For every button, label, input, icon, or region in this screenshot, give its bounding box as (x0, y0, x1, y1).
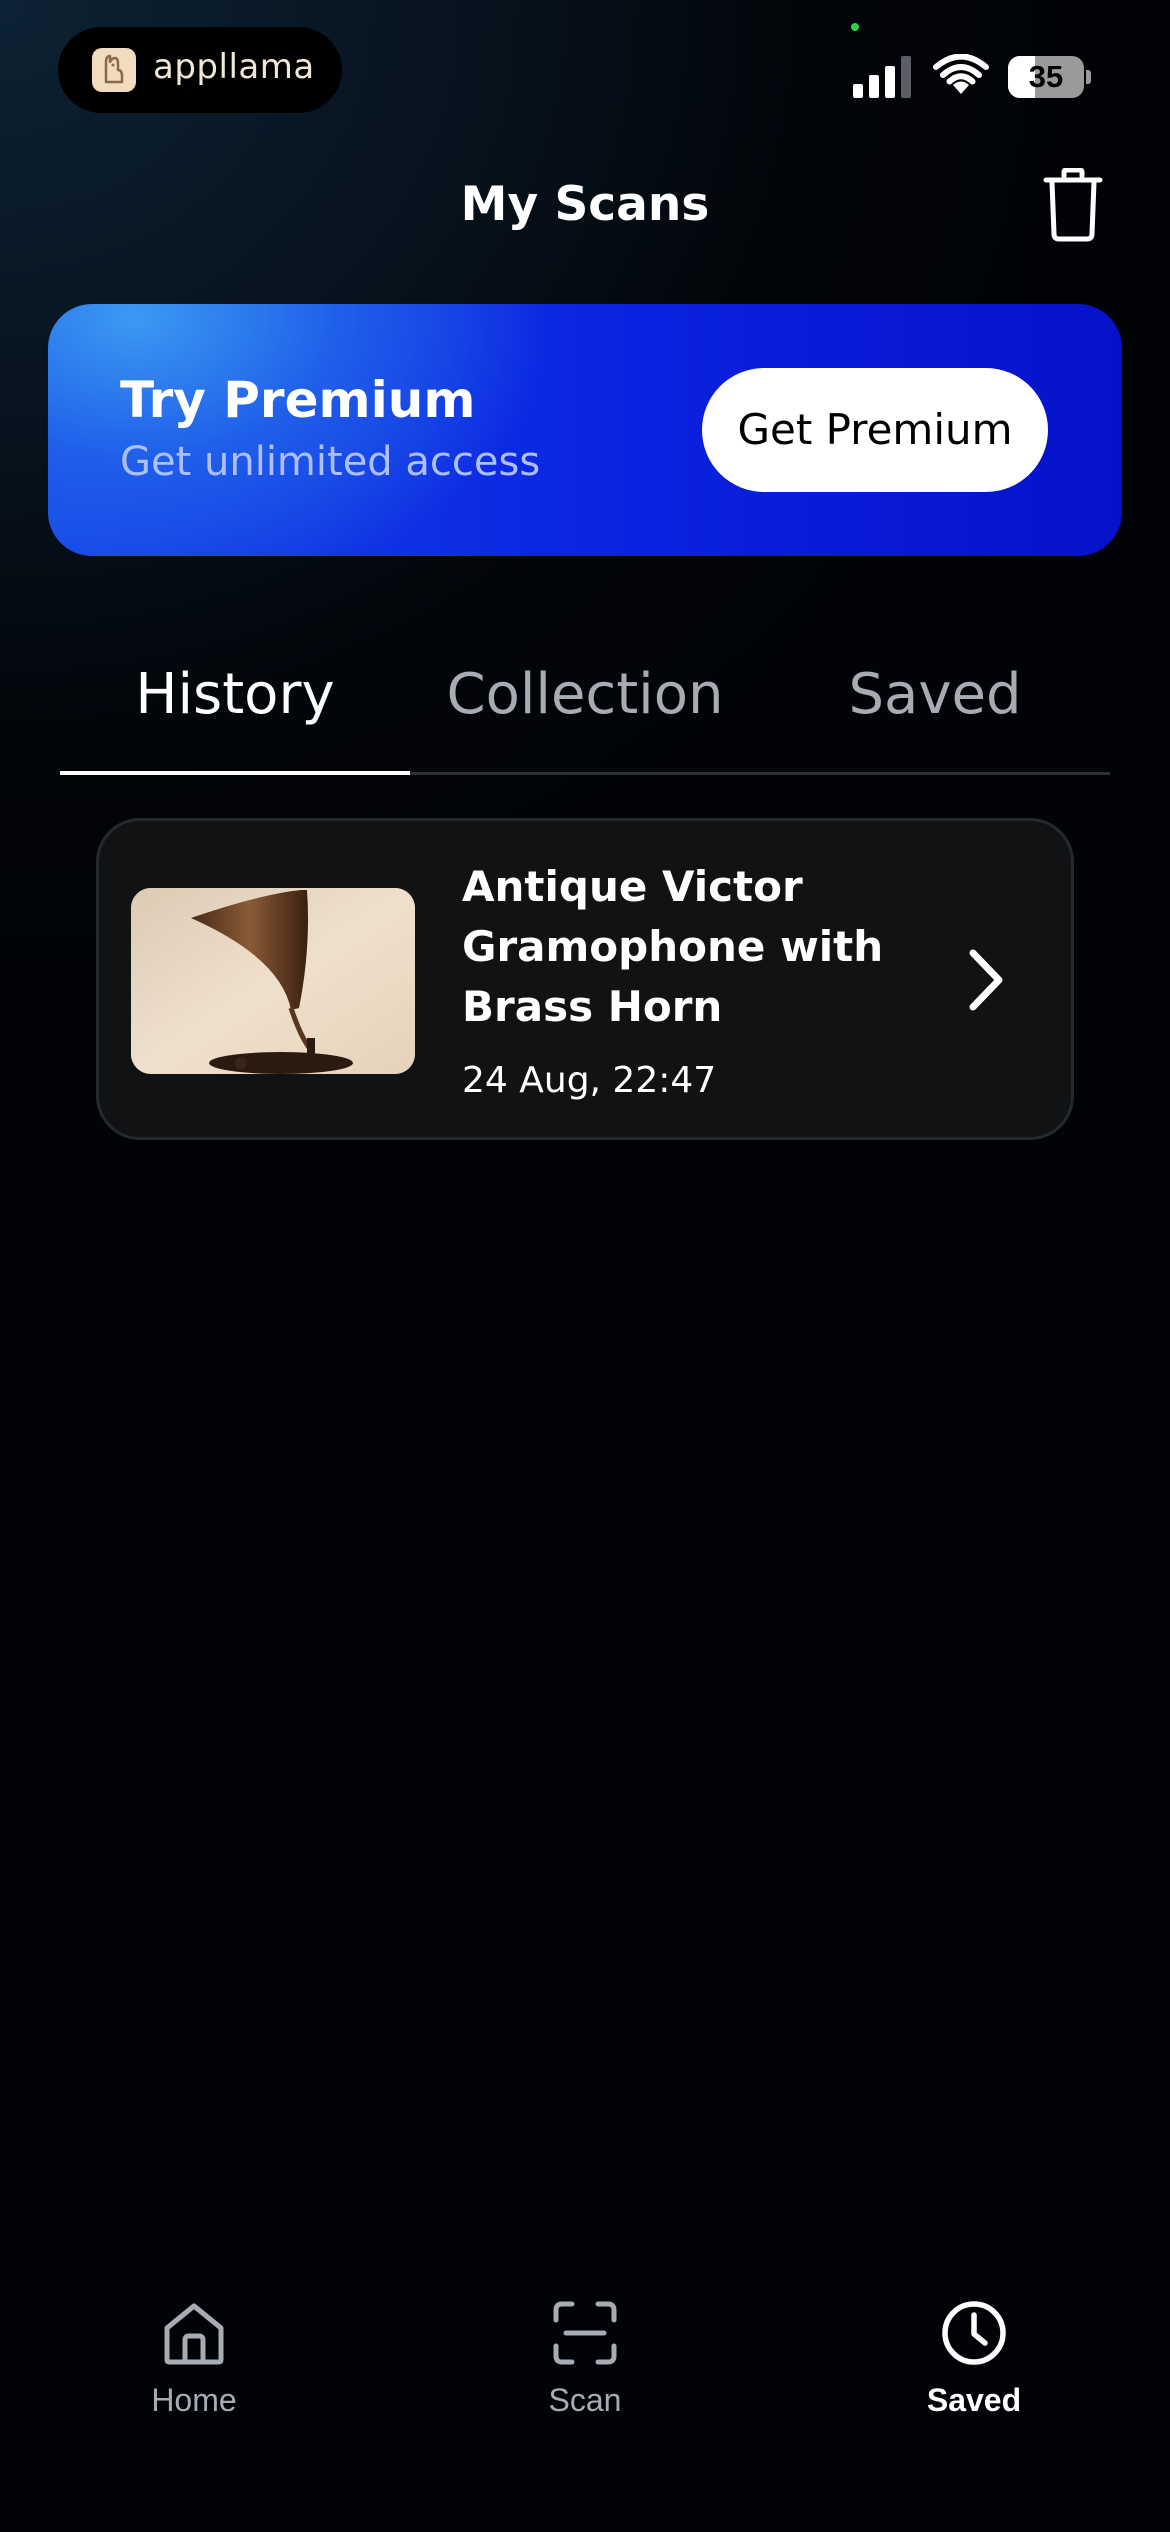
app-pill[interactable]: appllama (58, 27, 342, 113)
delete-button[interactable] (1040, 167, 1106, 242)
battery-percentage: 35 (1028, 59, 1064, 94)
wifi-icon (933, 54, 989, 94)
bottom-navigation: Home Scan Saved (0, 2280, 1170, 2532)
cellular-signal-icon (853, 56, 911, 98)
tab-active-indicator (60, 771, 410, 775)
get-premium-button[interactable]: Get Premium (702, 368, 1048, 492)
premium-subtitle: Get unlimited access (120, 439, 541, 485)
nav-saved[interactable]: Saved (864, 2280, 1084, 2440)
page-title: My Scans (460, 177, 710, 232)
tab-saved[interactable]: Saved (760, 640, 1110, 750)
premium-banner[interactable]: Try Premium Get unlimited access Get Pre… (48, 304, 1122, 556)
chevron-right-icon (969, 949, 1003, 1011)
nav-home[interactable]: Home (84, 2280, 304, 2440)
tab-history[interactable]: History (60, 640, 410, 750)
nav-scan[interactable]: Scan (475, 2280, 695, 2440)
premium-title: Try Premium (120, 371, 476, 429)
privacy-indicator (851, 23, 859, 31)
gramophone-thumbnail (131, 888, 415, 1074)
scan-tabs: History Collection Saved (60, 640, 1110, 776)
history-item-title: Antique Victor Gramophone with Brass Hor… (462, 862, 884, 1031)
llama-logo-icon (92, 48, 136, 92)
app-name: appllama (153, 47, 315, 87)
battery-icon: 35 (1008, 56, 1084, 98)
nav-home-label: Home (151, 2382, 237, 2418)
nav-saved-label: Saved (926, 2382, 1022, 2418)
history-item-date: 24 Aug, 22:47 (462, 1060, 717, 1101)
trash-icon (1043, 167, 1103, 242)
history-item-card[interactable]: Antique Victor Gramophone with Brass Hor… (96, 818, 1074, 1140)
battery-tip (1086, 70, 1091, 84)
tab-collection[interactable]: Collection (410, 640, 760, 750)
nav-scan-label: Scan (548, 2382, 622, 2418)
status-bar: appllama 35 (0, 0, 1170, 140)
clock-icon (942, 2301, 1006, 2365)
scan-icon (553, 2301, 617, 2365)
home-icon (164, 2303, 224, 2365)
